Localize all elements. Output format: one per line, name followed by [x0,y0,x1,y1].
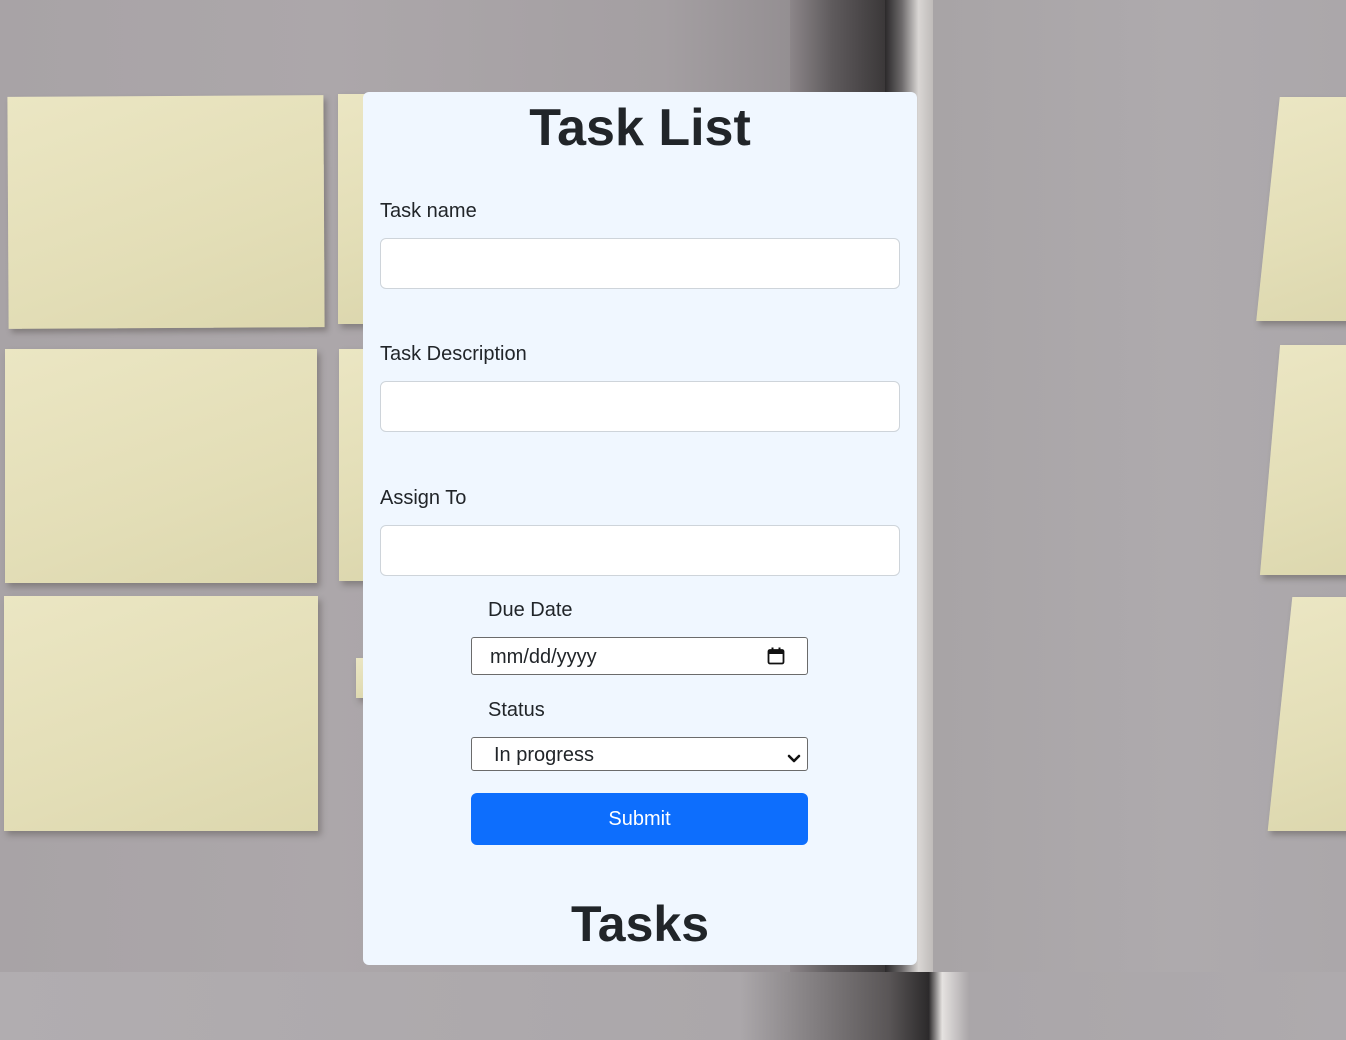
task-name-input[interactable] [380,238,900,289]
task-name-label: Task name [380,200,477,222]
due-date-placeholder: mm/dd/yyyy [490,646,597,668]
task-description-label: Task Description [380,343,527,365]
status-select[interactable]: In progress [471,737,808,771]
task-form-card: Task List Task name Task Description Ass… [363,92,917,965]
sticky-note [4,596,318,831]
calendar-icon[interactable] [767,647,785,665]
page-title: Task List [529,99,751,157]
task-description-input[interactable] [380,381,900,432]
chevron-down-icon [787,748,801,763]
submit-button[interactable]: Submit [471,793,808,845]
assign-to-label: Assign To [380,487,467,509]
due-date-label: Due Date [488,599,573,621]
status-label: Status [488,699,545,721]
sticky-note [5,349,317,583]
status-selected-value: In progress [494,744,595,766]
sticky-note [7,95,325,329]
tasks-heading: Tasks [570,896,710,952]
due-date-input[interactable]: mm/dd/yyyy [471,637,808,675]
background-bottom-strip [0,972,1346,1040]
assign-to-input[interactable] [380,525,900,576]
